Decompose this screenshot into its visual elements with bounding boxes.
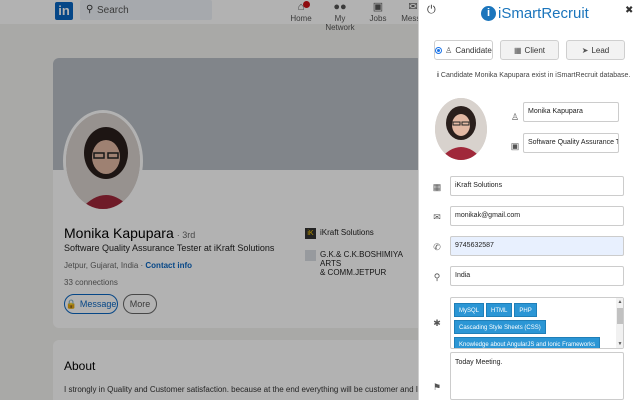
radio-selected-icon[interactable] bbox=[435, 46, 443, 54]
location-arrow-icon: ➤ bbox=[581, 45, 589, 55]
job-title-input[interactable]: Software Quality Assurance T bbox=[523, 133, 619, 153]
brand-name: iSmartRecruit bbox=[498, 4, 589, 22]
scroll-thumb[interactable] bbox=[617, 308, 623, 324]
skill-chip[interactable]: Cascading Style Sheets (CSS) bbox=[454, 320, 546, 334]
user-icon: ♙ bbox=[445, 45, 453, 55]
exists-info-message: i Candidate Monika Kapupara exist in iSm… bbox=[437, 72, 631, 79]
brand-mark-icon: i bbox=[481, 5, 496, 21]
skills-scrollbar[interactable]: ▲ ▼ bbox=[616, 298, 623, 348]
building-icon: ▦ bbox=[432, 182, 442, 192]
envelope-icon: ✉ bbox=[433, 212, 441, 222]
ismartrecruit-panel: ⏻ i iSmartRecruit ✖ ♙ Candidate ▦ Client… bbox=[418, 0, 640, 400]
tab-candidate[interactable]: ♙ Candidate bbox=[434, 40, 493, 60]
tab-client[interactable]: ▦ Client bbox=[500, 40, 559, 60]
location-input[interactable]: India bbox=[450, 266, 624, 286]
power-icon[interactable]: ⏻ bbox=[427, 4, 436, 17]
scroll-up-arrow-icon[interactable]: ▲ bbox=[617, 299, 623, 305]
skill-chip[interactable]: Knowledge about AngularJS and Ionic Fram… bbox=[454, 337, 601, 348]
skill-chip[interactable]: MySQL bbox=[454, 303, 485, 317]
company-input[interactable]: iKraft Solutions bbox=[450, 176, 624, 196]
briefcase-icon: ▣ bbox=[510, 141, 520, 151]
email-input[interactable]: monikak@gmail.com bbox=[450, 206, 624, 226]
info-icon: i bbox=[437, 72, 439, 79]
phone-input[interactable]: 9745632587 bbox=[450, 236, 624, 256]
asterisk-icon: ✱ bbox=[433, 318, 441, 328]
record-type-tabs: ♙ Candidate ▦ Client ➤ Lead bbox=[434, 40, 625, 60]
skill-chip[interactable]: PHP bbox=[514, 303, 537, 317]
building-icon: ▦ bbox=[513, 45, 522, 55]
skill-chip[interactable]: HTML bbox=[486, 303, 513, 317]
skills-list: MySQL HTML PHP Cascading Style Sheets (C… bbox=[454, 303, 612, 348]
user-icon: ♙ bbox=[510, 112, 520, 122]
tag-icon: ⚑ bbox=[432, 382, 442, 392]
candidate-photo bbox=[435, 98, 487, 160]
scroll-down-arrow-icon[interactable]: ▼ bbox=[617, 341, 623, 347]
close-icon[interactable]: ✖ bbox=[625, 5, 633, 16]
tab-lead[interactable]: ➤ Lead bbox=[566, 40, 625, 60]
phone-icon: ✆ bbox=[433, 242, 441, 252]
map-marker-icon: ⚲ bbox=[433, 272, 441, 282]
candidate-name-input[interactable]: Monika Kapupara bbox=[523, 102, 619, 122]
skills-multiselect[interactable]: MySQL HTML PHP Cascading Style Sheets (C… bbox=[450, 297, 624, 349]
notes-textarea[interactable]: Today Meeting. bbox=[450, 352, 624, 400]
ismartrecruit-logo: i iSmartRecruit bbox=[481, 4, 589, 22]
